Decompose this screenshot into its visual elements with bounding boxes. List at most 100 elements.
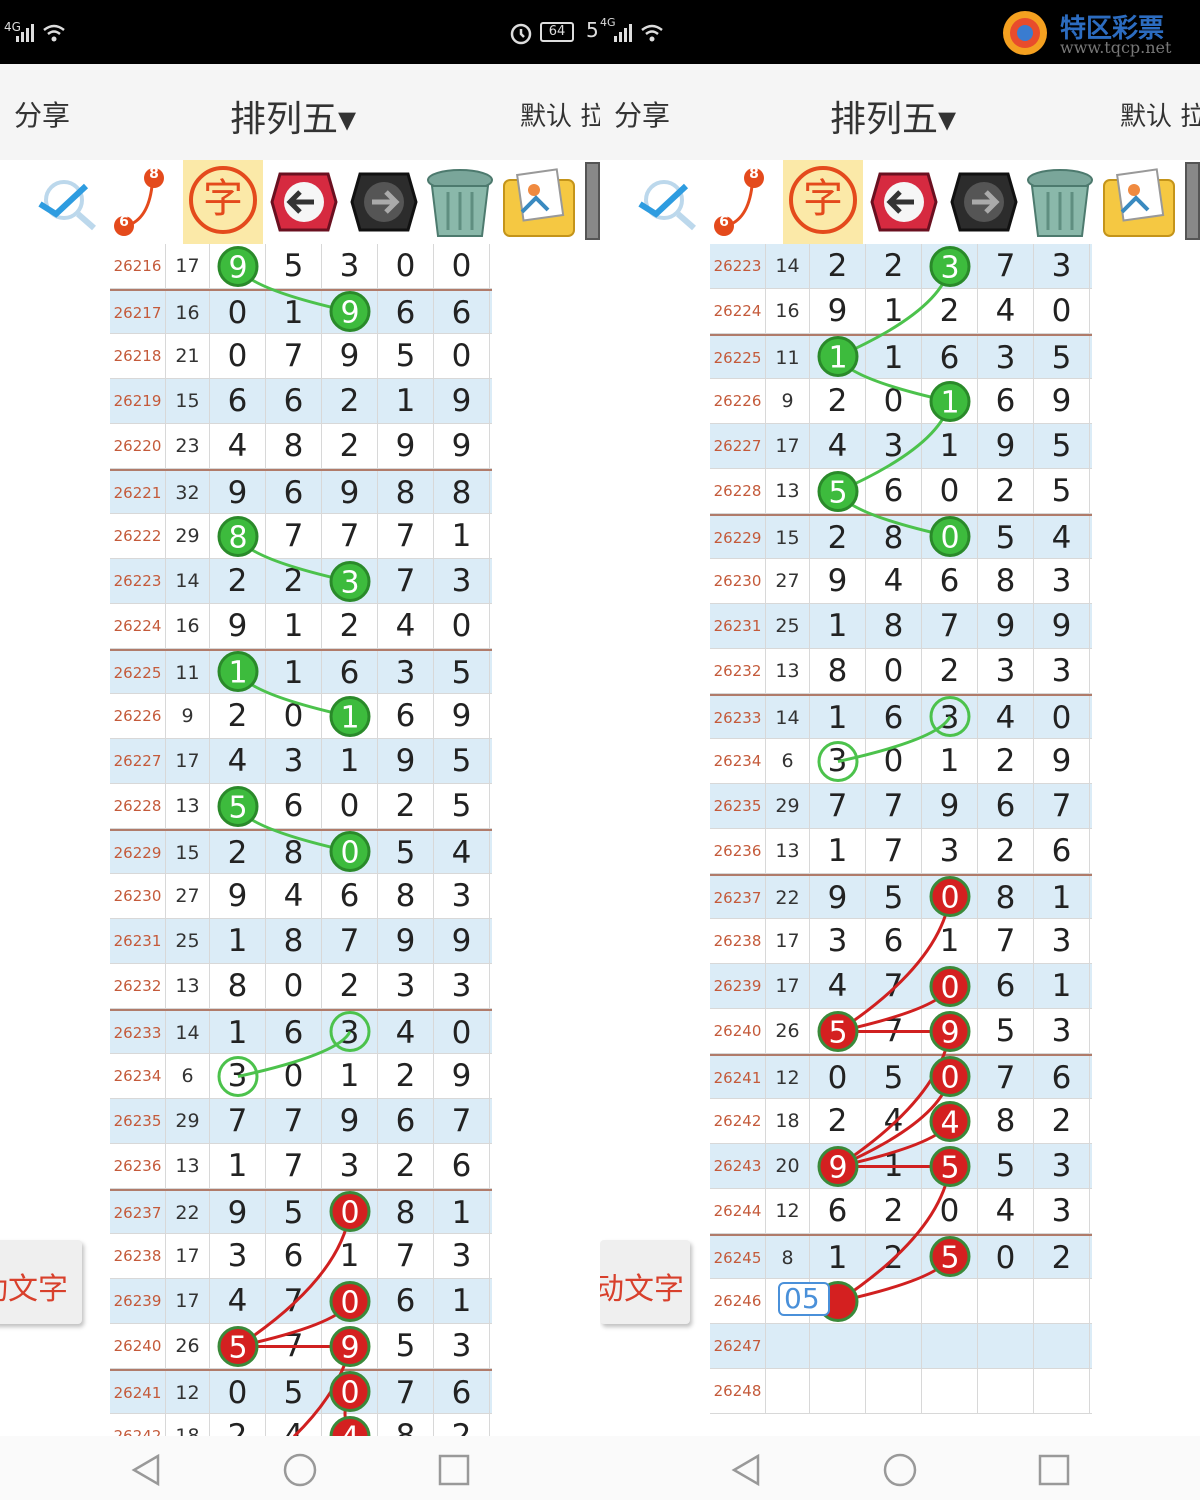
digit-cell[interactable]: 1 — [810, 604, 866, 649]
digit-cell[interactable]: 9 — [210, 244, 266, 289]
digit-cell[interactable]: 1 — [866, 1144, 922, 1189]
lottery-title-dropdown[interactable]: 排列五▾ — [230, 90, 356, 142]
digit-cell[interactable] — [810, 1369, 866, 1414]
digit-cell[interactable]: 3 — [978, 649, 1034, 694]
digit-cell[interactable] — [978, 1324, 1034, 1369]
digit-cell[interactable]: 2 — [378, 1054, 434, 1099]
digit-cell[interactable]: 8 — [378, 471, 434, 516]
digit-cell[interactable]: 2 — [810, 379, 866, 424]
digit-cell[interactable]: 6 — [810, 1189, 866, 1234]
digit-cell[interactable] — [922, 1279, 978, 1324]
digit-cell[interactable]: 0 — [266, 964, 322, 1009]
digit-cell[interactable] — [810, 1324, 866, 1369]
digit-cell[interactable] — [866, 1279, 922, 1324]
digit-cell[interactable]: 1 — [866, 336, 922, 381]
digit-cell[interactable]: 6 — [266, 784, 322, 829]
digit-cell[interactable]: 4 — [866, 1099, 922, 1144]
digit-cell[interactable]: 8 — [378, 874, 434, 919]
digit-cell[interactable]: 7 — [978, 1056, 1034, 1101]
digit-cell[interactable]: 4 — [922, 1099, 978, 1144]
digit-cell[interactable]: 7 — [378, 1234, 434, 1279]
digit-cell[interactable]: 2 — [210, 559, 266, 604]
digit-cell[interactable]: 5 — [210, 784, 266, 829]
digit-cell[interactable]: 7 — [378, 514, 434, 559]
digit-cell[interactable] — [866, 1369, 922, 1414]
digit-cell[interactable]: 9 — [322, 291, 378, 336]
digit-cell[interactable]: 1 — [210, 651, 266, 696]
digit-cell[interactable]: 8 — [978, 876, 1034, 921]
digit-cell[interactable] — [1034, 1369, 1090, 1414]
check-search-icon[interactable] — [30, 164, 106, 240]
digit-cell[interactable]: 5 — [978, 1144, 1034, 1189]
digit-cell[interactable]: 9 — [922, 1009, 978, 1054]
digit-cell[interactable]: 6 — [922, 336, 978, 381]
magic-wand-icon[interactable]: 8 6 — [108, 164, 184, 240]
digit-cell[interactable]: 0 — [434, 604, 490, 649]
digit-cell[interactable]: 2 — [1034, 1236, 1090, 1281]
digit-cell[interactable]: 3 — [322, 1011, 378, 1056]
digit-cell[interactable]: 3 — [322, 244, 378, 289]
digit-cell[interactable]: 5 — [922, 1236, 978, 1281]
default-sort-button-right[interactable]: 默认 拉 — [1120, 96, 1200, 133]
digit-cell[interactable]: 3 — [922, 696, 978, 741]
digit-cell[interactable]: 3 — [210, 1234, 266, 1279]
digit-cell[interactable]: 2 — [922, 289, 978, 334]
digit-cell[interactable]: 5 — [434, 784, 490, 829]
digit-cell[interactable]: 0 — [922, 964, 978, 1009]
digit-cell[interactable]: 1 — [266, 604, 322, 649]
digit-cell[interactable]: 1 — [266, 291, 322, 336]
digit-cell[interactable] — [1034, 1279, 1090, 1324]
back-arrow-icon[interactable] — [866, 164, 942, 240]
digit-cell[interactable]: 1 — [434, 1191, 490, 1236]
digit-cell[interactable]: 0 — [322, 1279, 378, 1324]
digit-cell[interactable]: 9 — [810, 876, 866, 921]
digit-cell[interactable]: 1 — [810, 1236, 866, 1281]
magic-wand-icon[interactable]: 8 6 — [708, 164, 784, 240]
digit-cell[interactable]: 0 — [210, 334, 266, 379]
digit-cell[interactable]: 9 — [378, 919, 434, 964]
digit-cell[interactable]: 7 — [978, 919, 1034, 964]
digit-cell[interactable]: 6 — [266, 379, 322, 424]
digit-cell[interactable]: 7 — [266, 514, 322, 559]
forward-arrow-icon[interactable] — [946, 164, 1022, 240]
input-number-badge[interactable]: 05 — [778, 1282, 830, 1316]
digit-cell[interactable]: 3 — [434, 874, 490, 919]
digit-cell[interactable]: 7 — [266, 1279, 322, 1324]
digit-cell[interactable]: 8 — [266, 424, 322, 469]
digit-cell[interactable]: 1 — [810, 336, 866, 381]
digit-cell[interactable]: 7 — [810, 784, 866, 829]
lottery-title-dropdown-right[interactable]: 排列五▾ — [830, 90, 956, 142]
digit-cell[interactable]: 3 — [1034, 1189, 1090, 1234]
digit-cell[interactable]: 1 — [1034, 876, 1090, 921]
digit-cell[interactable]: 6 — [866, 696, 922, 741]
digit-cell[interactable]: 5 — [378, 1324, 434, 1369]
digit-cell[interactable]: 6 — [378, 694, 434, 739]
digit-cell[interactable]: 5 — [1034, 336, 1090, 381]
digit-cell[interactable]: 7 — [322, 919, 378, 964]
digit-cell[interactable]: 8 — [978, 1099, 1034, 1144]
digit-cell[interactable]: 2 — [978, 739, 1034, 784]
more-tools-edge[interactable] — [585, 162, 600, 240]
digit-cell[interactable]: 1 — [322, 1234, 378, 1279]
digit-cell[interactable]: 9 — [378, 424, 434, 469]
digit-cell[interactable]: 7 — [866, 1009, 922, 1054]
digit-cell[interactable]: 0 — [322, 1371, 378, 1416]
digit-cell[interactable]: 2 — [978, 829, 1034, 874]
digit-cell[interactable]: 1 — [322, 739, 378, 784]
digit-cell[interactable]: 4 — [378, 604, 434, 649]
digit-cell[interactable]: 0 — [434, 244, 490, 289]
digit-cell[interactable]: 7 — [866, 829, 922, 874]
digit-cell[interactable]: 1 — [810, 829, 866, 874]
side-text-button[interactable]: 动文字 — [0, 1240, 82, 1324]
digit-cell[interactable] — [1034, 1324, 1090, 1369]
digit-cell[interactable]: 3 — [266, 739, 322, 784]
digit-cell[interactable]: 0 — [1034, 289, 1090, 334]
share-button-right[interactable]: 分享 — [614, 94, 670, 134]
digit-cell[interactable]: 0 — [322, 1191, 378, 1236]
digit-cell[interactable]: 0 — [266, 694, 322, 739]
digit-cell[interactable]: 0 — [866, 739, 922, 784]
digit-cell[interactable]: 3 — [322, 1144, 378, 1189]
digit-cell[interactable]: 9 — [322, 1324, 378, 1369]
nav-home-icon[interactable] — [280, 1450, 320, 1490]
digit-cell[interactable]: 9 — [810, 559, 866, 604]
